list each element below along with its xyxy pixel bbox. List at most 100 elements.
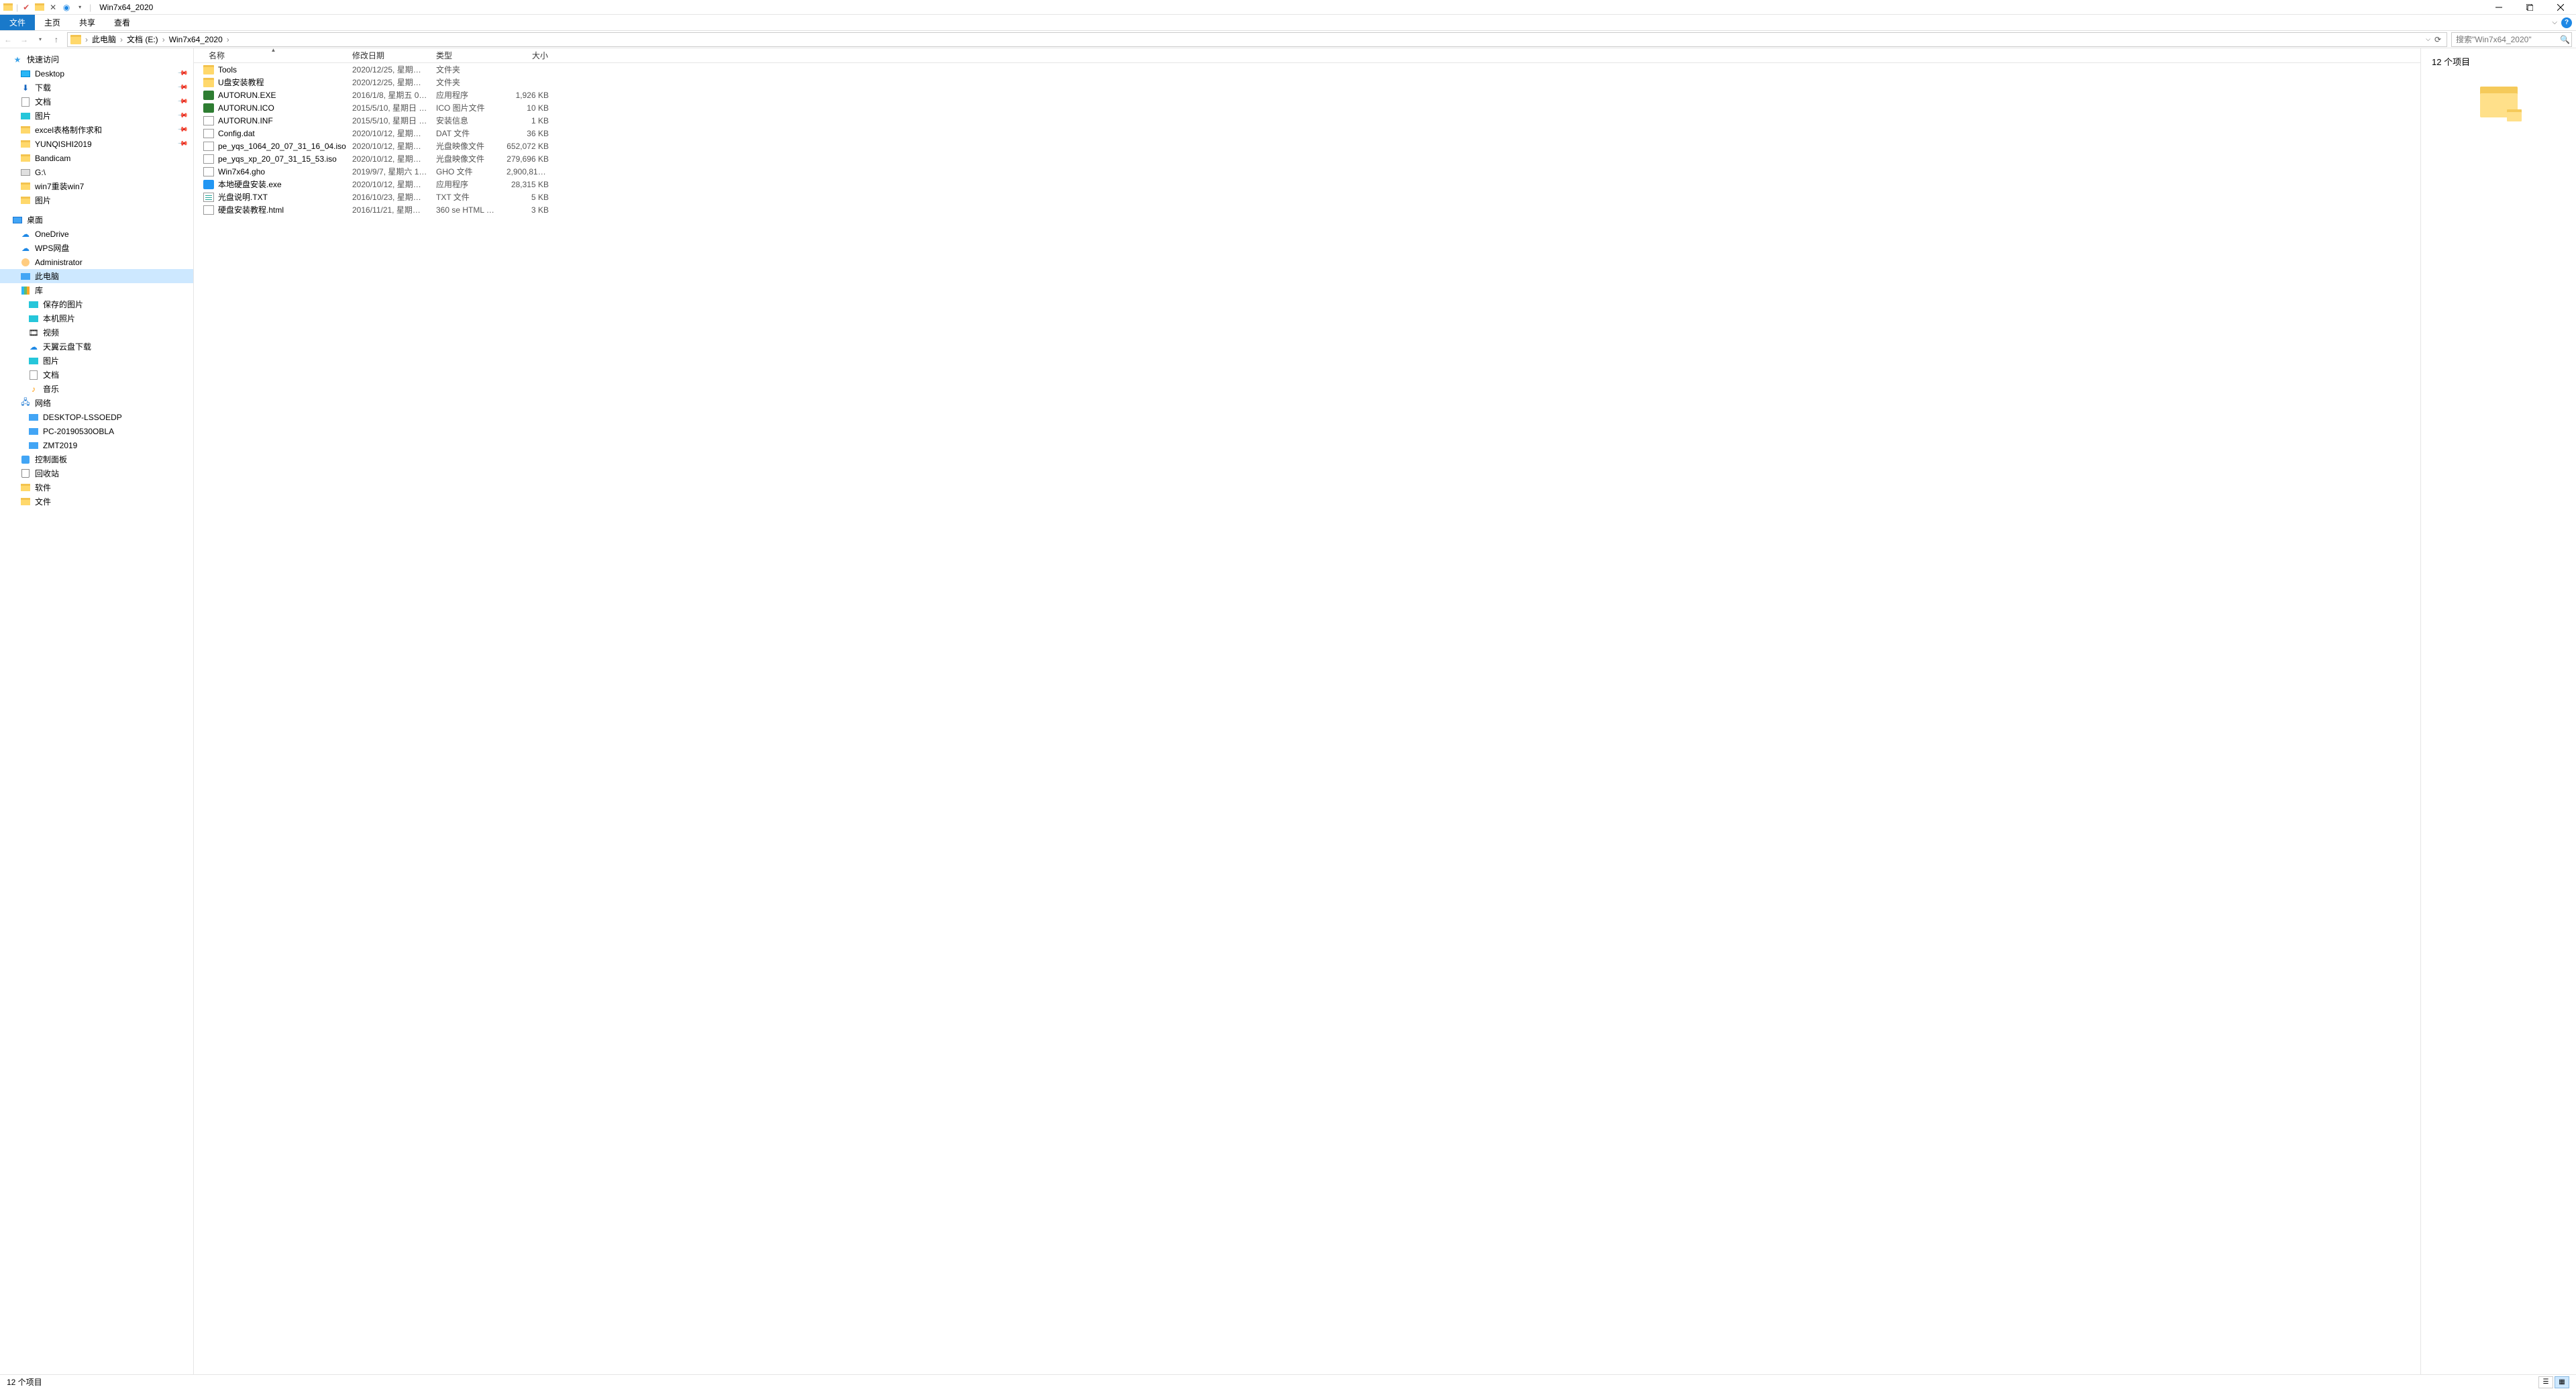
- tree-label: WPS网盘: [35, 242, 69, 254]
- chevron-right-icon[interactable]: ›: [119, 35, 124, 44]
- details-pane: 12 个项目: [2420, 48, 2576, 1374]
- file-row[interactable]: pe_yqs_1064_20_07_31_16_04.iso2020/10/12…: [194, 140, 2420, 152]
- tree-pictures[interactable]: 图片📌: [0, 109, 193, 123]
- tree-label: 本机照片: [43, 313, 75, 324]
- chevron-right-icon[interactable]: ›: [225, 35, 231, 44]
- tree-wps[interactable]: ☁WPS网盘: [0, 241, 193, 255]
- file-type: 文件夹: [432, 64, 502, 75]
- tree-libraries[interactable]: 库: [0, 283, 193, 297]
- refresh-icon[interactable]: ⟳: [2434, 35, 2441, 44]
- file-date: 2019/9/7, 星期六 19:...: [348, 166, 432, 177]
- tree-control-panel[interactable]: 控制面板: [0, 452, 193, 466]
- chevron-right-icon[interactable]: ›: [161, 35, 166, 44]
- file-type: 360 se HTML Do...: [432, 205, 502, 215]
- tree-pc2[interactable]: PC-20190530OBLA: [0, 424, 193, 438]
- tree-desktop-root[interactable]: 桌面: [0, 213, 193, 227]
- tree-pc3[interactable]: ZMT2019: [0, 438, 193, 452]
- tree-this-pc[interactable]: 此电脑: [0, 269, 193, 283]
- tree-bandicam[interactable]: Bandicam: [0, 151, 193, 165]
- search-input[interactable]: [2456, 35, 2560, 44]
- tree-excel-folder[interactable]: excel表格制作求和📌: [0, 123, 193, 137]
- tree-videos[interactable]: 🎞视频: [0, 325, 193, 340]
- tree-files[interactable]: 文件: [0, 495, 193, 509]
- close-button[interactable]: [2545, 0, 2576, 15]
- tree-recycle-bin[interactable]: 回收站: [0, 466, 193, 480]
- folder-icon: [20, 139, 31, 150]
- ribbon-tab-share[interactable]: 共享: [70, 15, 105, 30]
- quick-access-toolbar: | ✔ ✕ ◉ ▾ |: [0, 2, 95, 13]
- tree-yunqishi[interactable]: YUNQISHI2019📌: [0, 137, 193, 151]
- file-type: 应用程序: [432, 89, 502, 101]
- file-row[interactable]: 硬盘安装教程.html2016/11/21, 星期一 2...360 se HT…: [194, 203, 2420, 216]
- address-dropdown-icon[interactable]: ⌵: [2426, 36, 2430, 43]
- file-row[interactable]: Config.dat2020/10/12, 星期一 1...DAT 文件36 K…: [194, 127, 2420, 140]
- file-row[interactable]: 本地硬盘安装.exe2020/10/12, 星期一 1...应用程序28,315…: [194, 178, 2420, 191]
- file-row[interactable]: Tools2020/12/25, 星期五 1...文件夹: [194, 63, 2420, 76]
- minimize-button[interactable]: [2483, 0, 2514, 15]
- file-list[interactable]: 名称▲ 修改日期 类型 大小 Tools2020/12/25, 星期五 1...…: [194, 48, 2420, 1374]
- help-icon[interactable]: ?: [2561, 17, 2572, 28]
- folder-icon[interactable]: [34, 2, 45, 13]
- ribbon-tab-view[interactable]: 查看: [105, 15, 140, 30]
- tree-lib-pictures[interactable]: 图片: [0, 354, 193, 368]
- file-row[interactable]: Win7x64.gho2019/9/7, 星期六 19:...GHO 文件2,9…: [194, 165, 2420, 178]
- tree-desktop[interactable]: Desktop📌: [0, 66, 193, 81]
- tree-pictures2[interactable]: 图片: [0, 193, 193, 207]
- tree-win7-reinstall[interactable]: win7重装win7: [0, 179, 193, 193]
- file-row[interactable]: 光盘说明.TXT2016/10/23, 星期日 0...TXT 文件5 KB: [194, 191, 2420, 203]
- tree-documents[interactable]: 文档📌: [0, 95, 193, 109]
- title-bar: | ✔ ✕ ◉ ▾ | Win7x64_2020: [0, 0, 2576, 15]
- tree-network[interactable]: 🖧网络: [0, 396, 193, 410]
- tree-admin[interactable]: Administrator: [0, 255, 193, 269]
- dropdown-icon[interactable]: ▾: [74, 2, 85, 13]
- chevron-right-icon[interactable]: ›: [84, 35, 89, 44]
- ribbon-tab-home[interactable]: 主页: [35, 15, 70, 30]
- search-box[interactable]: 🔍: [2451, 32, 2572, 47]
- file-date: 2020/10/12, 星期一 1...: [348, 178, 432, 190]
- tree-lib-music[interactable]: ♪音乐: [0, 382, 193, 396]
- tree-onedrive[interactable]: ☁OneDrive: [0, 227, 193, 241]
- ribbon-tab-file[interactable]: 文件: [0, 15, 35, 30]
- nav-recent-dropdown[interactable]: ▾: [32, 32, 48, 48]
- search-icon[interactable]: 🔍: [2560, 35, 2570, 44]
- nav-forward-button[interactable]: →: [16, 32, 32, 48]
- file-row[interactable]: AUTORUN.INF2015/5/10, 星期日 02...安装信息1 KB: [194, 114, 2420, 127]
- file-row[interactable]: AUTORUN.ICO2015/5/10, 星期日 02...ICO 图片文件1…: [194, 101, 2420, 114]
- check-icon[interactable]: ✔: [21, 2, 32, 13]
- tree-gdrive[interactable]: G:\: [0, 165, 193, 179]
- tree-tianyi[interactable]: ☁天翼云盘下载: [0, 340, 193, 354]
- tree-quick-access[interactable]: ★快速访问: [0, 52, 193, 66]
- column-date[interactable]: 修改日期: [348, 48, 432, 62]
- tree-lib-documents[interactable]: 文档: [0, 368, 193, 382]
- navigation-tree[interactable]: ★快速访问 Desktop📌 ⬇下载📌 文档📌 图片📌 excel表格制作求和📌…: [0, 48, 194, 1374]
- breadcrumb[interactable]: › 此电脑 › 文档 (E:) › Win7x64_2020 › ⌵ ⟳: [67, 32, 2447, 47]
- tree-camera-roll[interactable]: 本机照片: [0, 311, 193, 325]
- column-size[interactable]: 大小: [502, 48, 553, 62]
- file-row[interactable]: U盘安装教程2020/12/25, 星期五 1...文件夹: [194, 76, 2420, 89]
- file-size: 3 KB: [502, 205, 553, 215]
- file-type: 安装信息: [432, 115, 502, 126]
- address-bar: ← → ▾ ↑ › 此电脑 › 文档 (E:) › Win7x64_2020 ›…: [0, 31, 2576, 48]
- breadcrumb-item[interactable]: 此电脑: [89, 33, 119, 46]
- breadcrumb-item[interactable]: 文档 (E:): [124, 33, 161, 46]
- view-icons-button[interactable]: ▦: [2555, 1376, 2569, 1388]
- tree-software[interactable]: 软件: [0, 480, 193, 495]
- globe-icon[interactable]: ◉: [61, 2, 72, 13]
- nav-up-button[interactable]: ↑: [48, 32, 64, 48]
- file-row[interactable]: AUTORUN.EXE2016/1/8, 星期五 04:...应用程序1,926…: [194, 89, 2420, 101]
- view-details-button[interactable]: ☰: [2538, 1376, 2553, 1388]
- tree-downloads[interactable]: ⬇下载📌: [0, 81, 193, 95]
- tree-pc1[interactable]: DESKTOP-LSSOEDP: [0, 410, 193, 424]
- maximize-button[interactable]: [2514, 0, 2545, 15]
- column-type[interactable]: 类型: [432, 48, 502, 62]
- close-icon[interactable]: ✕: [48, 2, 58, 13]
- tree-label: win7重装win7: [35, 181, 84, 192]
- tree-saved-pictures[interactable]: 保存的图片: [0, 297, 193, 311]
- ribbon-expand-icon[interactable]: ⌵: [2552, 19, 2557, 26]
- pc-icon: [28, 412, 39, 423]
- tree-label: OneDrive: [35, 229, 69, 239]
- nav-back-button[interactable]: ←: [0, 32, 16, 48]
- file-row[interactable]: pe_yqs_xp_20_07_31_15_53.iso2020/10/12, …: [194, 152, 2420, 165]
- column-name[interactable]: 名称▲: [194, 48, 348, 62]
- breadcrumb-item[interactable]: Win7x64_2020: [166, 33, 225, 46]
